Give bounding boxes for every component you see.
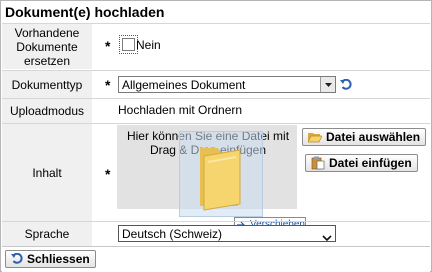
content-required-mark: * (105, 166, 111, 182)
upload-mode-value: Hochladen mit Ordnern (118, 103, 243, 117)
doctype-select-value: Allgemeines Dokument (122, 78, 246, 92)
language-label: Sprache (2, 222, 92, 246)
content-label: Inhalt (2, 124, 92, 221)
row-doctype: Dokumenttyp * Allgemeines Dokument (2, 70, 430, 98)
language-select[interactable]: Deutsch (Schweiz) (118, 225, 336, 242)
replace-label: Vorhandene Dokumente ersetzen (2, 24, 92, 69)
paste-file-label: Datei einfügen (329, 156, 412, 170)
upload-dialog: Dokument(e) hochladen Vorhandene Dokumen… (0, 0, 432, 272)
chevron-down-icon[interactable] (320, 77, 335, 92)
dialog-title: Dokument(e) hochladen (5, 4, 165, 20)
paste-file-button[interactable]: Datei einfügen (305, 154, 418, 172)
folder-icon (200, 148, 241, 211)
upload-mode-label: Uploadmodus (2, 99, 92, 123)
row-language: Sprache Deutsch (Schweiz) (2, 221, 430, 246)
back-arrow-icon (11, 253, 23, 264)
row-upload-mode: Uploadmodus Hochladen mit Ordnern (2, 98, 430, 123)
reset-arrow-icon[interactable] (340, 79, 352, 91)
language-select-value: Deutsch (Schweiz) (122, 227, 223, 241)
select-file-button[interactable]: Datei auswählen (302, 128, 427, 146)
open-folder-icon (308, 133, 322, 143)
close-button-label: Schliessen (27, 252, 90, 266)
close-button[interactable]: Schliessen (5, 250, 96, 268)
doctype-select[interactable]: Allgemeines Dokument (118, 76, 336, 93)
paste-icon (311, 156, 325, 170)
drag-ghost (179, 131, 263, 217)
footer-bar: Schliessen (2, 246, 430, 272)
select-file-label: Datei auswählen (326, 130, 421, 144)
replace-checkbox[interactable] (122, 38, 135, 51)
doctype-required-mark: * (105, 77, 111, 93)
chevron-down-icon[interactable] (322, 230, 332, 247)
replace-required-mark: * (105, 38, 111, 54)
replace-checkbox-label: Nein (136, 38, 161, 52)
row-replace: Vorhandene Dokumente ersetzen * Nein (2, 23, 430, 69)
doctype-label: Dokumenttyp (2, 71, 92, 98)
